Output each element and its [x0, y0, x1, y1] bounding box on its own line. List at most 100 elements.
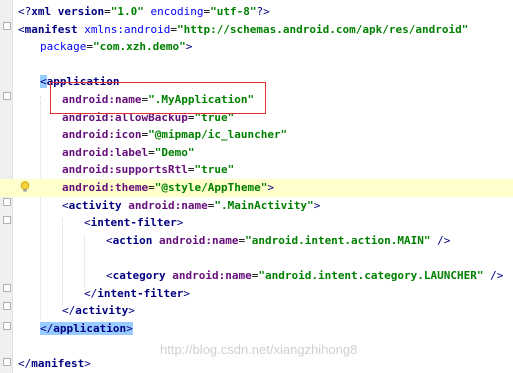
code-token: name [225, 269, 252, 282]
code-token: android: [62, 163, 115, 177]
code-token: theme [114, 181, 149, 194]
code-token: "android.intent.category.LAUNCHER" [258, 269, 484, 282]
code-token: > [84, 357, 91, 370]
code-token: android: [62, 145, 115, 159]
code-token: activity [75, 304, 129, 318]
code-token: label [114, 145, 149, 159]
code-token: category [112, 269, 173, 282]
code-token: android: [62, 128, 115, 142]
code-token: = [86, 40, 93, 54]
code-token: package [40, 40, 87, 54]
code-token: android: [62, 181, 115, 194]
code-token: > [313, 198, 321, 212]
code-token: = [148, 145, 155, 159]
code-token: action [112, 233, 159, 247]
code-token: = [148, 181, 155, 194]
code-line-content: </manifest> [18, 355, 91, 373]
code-line-content: <intent-filter> [84, 214, 183, 232]
code-token: application [53, 321, 127, 335]
code-token: /> [430, 233, 451, 247]
code-token: < [84, 216, 91, 230]
code-token: = [104, 5, 111, 18]
code-token: <? [18, 5, 32, 18]
code-token: > [176, 216, 184, 230]
code-line[interactable]: <intent-filter> [0, 214, 513, 232]
code-token: < [106, 233, 113, 247]
code-token: </ [84, 286, 98, 300]
code-token: xml version [31, 5, 105, 18]
code-token: supportsRtl [114, 163, 188, 177]
code-token: > [183, 286, 190, 300]
code-token: "1.0" [110, 5, 144, 18]
code-token: < [106, 269, 113, 282]
code-token: "http://schemas.android.com/apk/res/andr… [176, 22, 469, 36]
code-line[interactable]: <category android:name="android.intent.c… [0, 267, 513, 285]
highlight-annotation-box [50, 82, 266, 114]
code-line[interactable]: <activity android:name=".MainActivity"> [0, 197, 513, 215]
code-token: < [62, 198, 69, 212]
code-line-content: </application> [40, 320, 133, 338]
code-line[interactable]: android:theme="@style/AppTheme"> [0, 179, 513, 197]
code-line[interactable] [0, 56, 513, 74]
code-token: </ [40, 321, 54, 335]
xml-code-editor[interactable]: <?xml version="1.0" encoding="utf-8"?> <m… [0, 0, 513, 373]
code-line[interactable]: <action android:name="android.intent.act… [0, 232, 513, 250]
code-token: </ [62, 304, 76, 318]
code-token: > [267, 181, 274, 194]
watermark: http://blog.csdn.net/xiangzhihong8 [160, 342, 358, 357]
code-token: = [170, 22, 177, 36]
code-token: > [185, 40, 193, 54]
lightbulb-icon[interactable] [20, 181, 30, 193]
code-line[interactable]: </intent-filter> [0, 285, 513, 303]
code-line[interactable]: android:supportsRtl="true" [0, 161, 513, 179]
code-line-content: android:theme="@style/AppTheme"> [62, 179, 274, 197]
code-token: android: [158, 233, 212, 247]
code-token: ?> [256, 5, 270, 18]
code-token: xmlns:android [84, 22, 171, 36]
code-token: name [211, 233, 239, 247]
code-token: encoding [143, 5, 204, 18]
code-line-content: package="com.xzh.demo"> [40, 38, 192, 56]
code-line[interactable]: <manifest xmlns:android="http://schemas.… [0, 21, 513, 39]
code-token: android: [172, 269, 226, 282]
code-token: manifest [31, 357, 85, 370]
code-line[interactable]: </activity> [0, 302, 513, 320]
code-line-content: </activity> [62, 302, 135, 320]
code-token: < [18, 22, 25, 36]
code-token: "Demo" [154, 145, 195, 159]
code-token: activity [68, 198, 129, 212]
code-line-content: android:supportsRtl="true" [62, 161, 234, 179]
code-line-content: android:icon="@mipmap/ic_launcher" [62, 126, 287, 144]
code-token: intent-filter [97, 286, 184, 300]
code-line[interactable]: </manifest> [0, 355, 513, 373]
code-line-content: <manifest xmlns:android="http://schemas.… [18, 21, 468, 39]
code-token: "@mipmap/ic_launcher" [148, 128, 288, 142]
code-token: ".MainActivity" [214, 198, 314, 212]
code-line-content: android:label="Demo" [62, 144, 194, 162]
code-line-content: <category android:name="android.intent.c… [106, 267, 503, 285]
code-line[interactable]: android:label="Demo" [0, 144, 513, 162]
code-token: "utf-8" [210, 5, 257, 18]
code-line[interactable]: package="com.xzh.demo"> [0, 38, 513, 56]
code-token: "com.xzh.demo" [92, 40, 186, 54]
code-token: > [126, 321, 133, 335]
code-token: > [128, 304, 135, 318]
code-token: < [40, 75, 47, 89]
code-line-content: <activity android:name=".MainActivity"> [62, 197, 320, 215]
code-token: intent-filter [90, 216, 177, 230]
code-token: "@style/AppTheme" [154, 181, 268, 194]
code-line-content: <action android:name="android.intent.act… [106, 232, 450, 250]
code-token: icon [114, 128, 142, 142]
code-token: /> [483, 269, 504, 282]
code-line-content: <?xml version="1.0" encoding="utf-8"?> [18, 3, 270, 21]
code-token: </ [18, 357, 32, 370]
code-token: manifest [24, 22, 85, 36]
code-line[interactable]: android:icon="@mipmap/ic_launcher" [0, 126, 513, 144]
code-line[interactable]: </application> [0, 320, 513, 338]
code-token: "true" [194, 163, 235, 177]
code-line[interactable]: <?xml version="1.0" encoding="utf-8"?> [0, 3, 513, 21]
code-token: "android.intent.action.MAIN" [245, 233, 431, 247]
code-line[interactable] [0, 249, 513, 267]
code-token: name [181, 198, 208, 212]
code-line-content: </intent-filter> [84, 285, 190, 303]
